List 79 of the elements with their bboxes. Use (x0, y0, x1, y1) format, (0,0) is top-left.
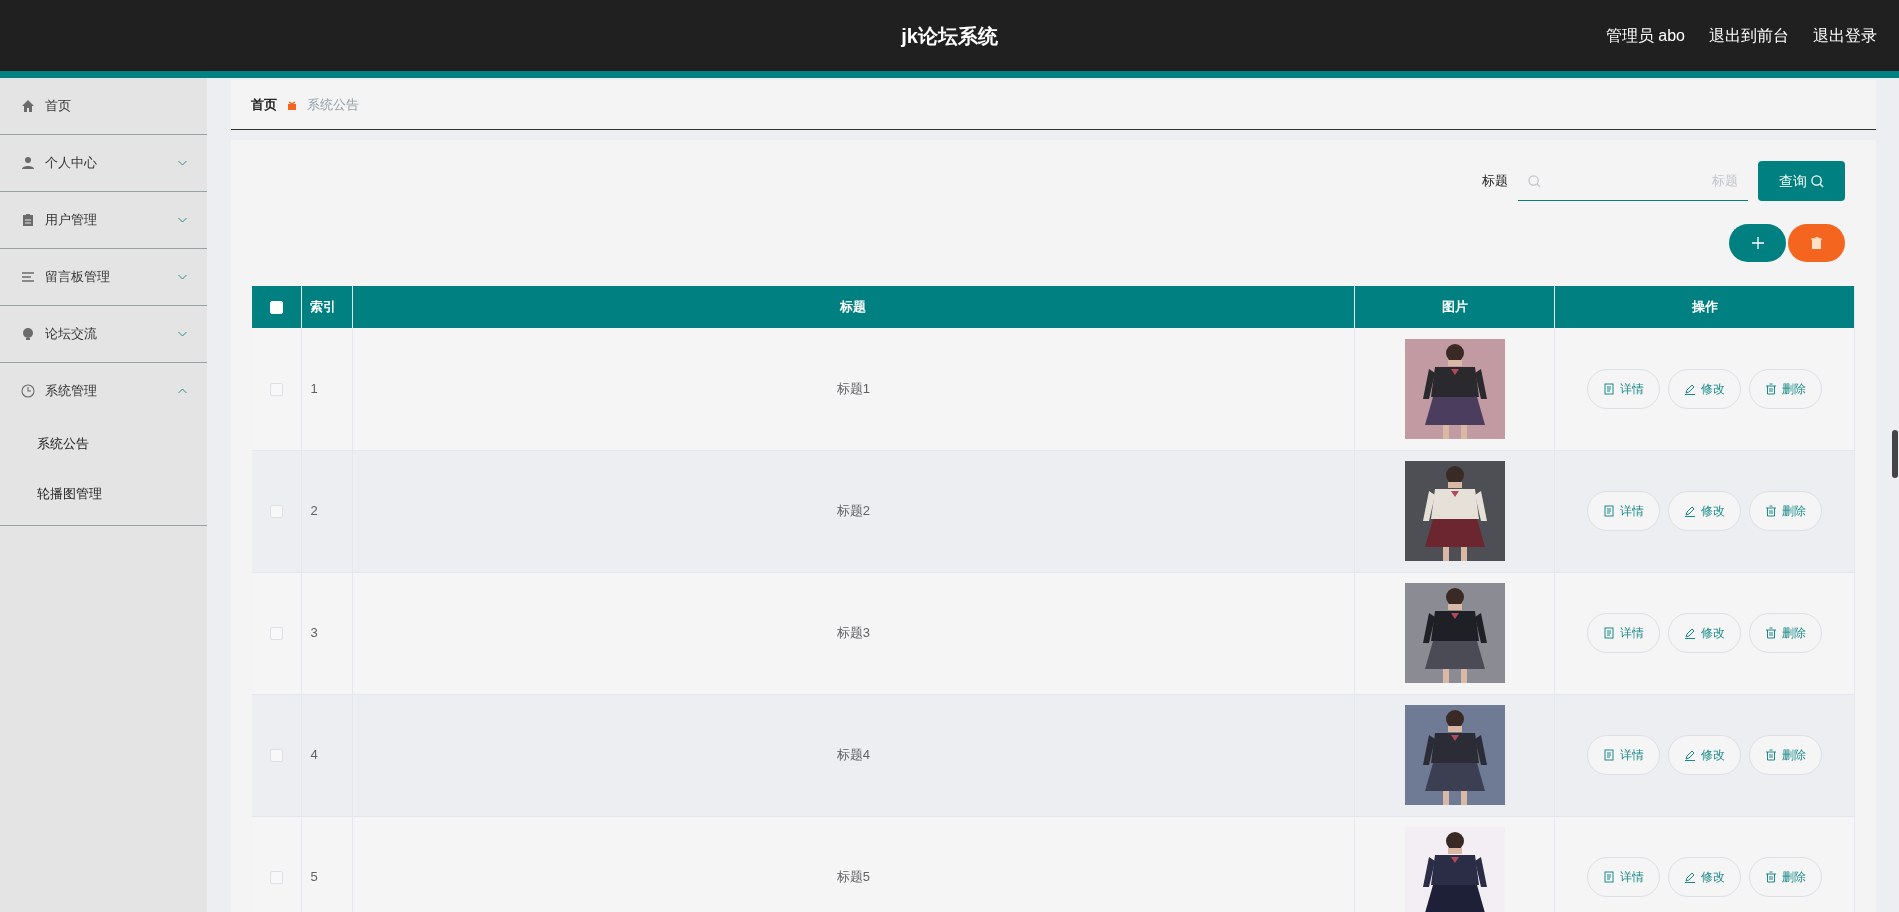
trash-icon (1765, 871, 1777, 883)
sidebar-item[interactable]: 留言板管理 (0, 249, 207, 305)
list-icon (21, 270, 35, 284)
trash-icon (1765, 505, 1777, 517)
table-cell: 标题5 (836, 869, 870, 885)
checkbox[interactable] (269, 383, 283, 397)
sidebar-item[interactable]: 系统管理 (0, 363, 207, 419)
search-icon (1811, 174, 1824, 188)
action-button[interactable]: 修改 (1668, 613, 1741, 653)
submenu-item[interactable]: 系统公告 (0, 419, 207, 469)
search-label: 标题 (1482, 172, 1508, 191)
checkbox[interactable] (269, 627, 283, 641)
breadcrumb-item[interactable]: 首页 (251, 94, 277, 115)
action-button[interactable]: 删除 (1749, 613, 1822, 653)
trash-icon (1765, 627, 1777, 639)
action-button[interactable]: 详情 (1587, 613, 1660, 653)
table-cell: 标题2 (836, 503, 870, 519)
action-button[interactable]: 修改 (1668, 735, 1741, 775)
checkbox[interactable] (269, 505, 283, 519)
doc-icon (1603, 505, 1615, 517)
action-button[interactable]: 详情 (1587, 491, 1660, 531)
pencil-icon (1684, 627, 1696, 639)
trash-icon (1811, 237, 1822, 249)
sidebar-item[interactable]: 首页 (0, 78, 207, 134)
doc-icon (1603, 871, 1615, 883)
table-cell: 2 (310, 503, 318, 519)
action-button[interactable]: 删除 (1749, 857, 1822, 897)
doc-icon (1603, 749, 1615, 761)
clock-icon (21, 384, 35, 398)
pencil-icon (1684, 749, 1696, 761)
user-icon (21, 156, 35, 170)
clipboard-icon (21, 213, 35, 227)
action-button[interactable]: 详情 (1587, 735, 1660, 775)
table-cell: 标题3 (836, 625, 870, 641)
search-button[interactable]: 查询 (1758, 161, 1845, 201)
column-header: 图片 (1441, 299, 1468, 315)
action-button[interactable]: 修改 (1668, 857, 1741, 897)
trash-icon (1765, 382, 1777, 395)
search-icon (1528, 175, 1541, 188)
checkbox[interactable] (269, 871, 283, 885)
table-cell: 3 (310, 625, 318, 641)
table-cell: 4 (310, 747, 318, 763)
home-icon (21, 99, 35, 113)
checkbox[interactable] (269, 749, 283, 763)
site-title: jk论坛系统 (901, 23, 998, 49)
plus-icon (1751, 237, 1764, 249)
column-header: 索引 (309, 299, 336, 315)
table-cell: 1 (310, 381, 318, 396)
header-link[interactable]: 退出登录 (1813, 23, 1877, 48)
add-button[interactable] (1729, 224, 1786, 262)
sidebar-item[interactable]: 个人中心 (0, 135, 207, 191)
scrollbar-thumb[interactable] (1892, 430, 1898, 478)
action-button[interactable]: 修改 (1668, 368, 1741, 409)
pencil-icon (1684, 505, 1696, 517)
action-button[interactable]: 修改 (1668, 491, 1741, 531)
doc-icon (1603, 627, 1615, 639)
doc-icon (1603, 382, 1615, 395)
sidebar-item[interactable]: 论坛交流 (0, 306, 207, 362)
header-link[interactable]: 管理员 abo (1605, 23, 1685, 48)
delete-button[interactable] (1788, 224, 1845, 262)
action-button[interactable]: 详情 (1587, 857, 1660, 897)
column-header: 操作 (1691, 299, 1718, 315)
pencil-icon (1684, 871, 1696, 883)
table-cell: 标题4 (836, 747, 870, 763)
action-button[interactable]: 删除 (1749, 491, 1822, 531)
action-button[interactable]: 详情 (1587, 368, 1660, 409)
trash-icon (1765, 749, 1777, 761)
pencil-icon (1684, 382, 1696, 395)
action-button[interactable]: 删除 (1749, 735, 1822, 775)
column-header: 标题 (840, 299, 867, 315)
gift-icon (287, 99, 297, 110)
table-cell: 标题1 (836, 381, 870, 396)
table-cell: 5 (310, 869, 318, 885)
breadcrumb-item: 系统公告 (307, 95, 359, 114)
action-button[interactable]: 删除 (1749, 368, 1822, 409)
header-link[interactable]: 退出到前台 (1709, 23, 1789, 48)
sidebar-item[interactable]: 用户管理 (0, 192, 207, 248)
bulb-icon (21, 327, 35, 341)
submenu-item[interactable]: 轮播图管理 (0, 469, 207, 519)
